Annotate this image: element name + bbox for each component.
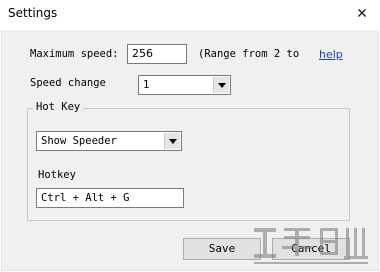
dialog-body: Maximum speed: 256 (Range from 2 to help… bbox=[1, 30, 379, 271]
hotkey-mode-value: Show Speeder bbox=[41, 135, 117, 147]
max-speed-input[interactable]: 256 bbox=[127, 44, 187, 64]
max-speed-label: Maximum speed: bbox=[30, 48, 119, 60]
hotkey-mode-select[interactable]: Show Speeder bbox=[36, 131, 182, 151]
speed-change-value: 1 bbox=[143, 79, 150, 91]
help-link[interactable]: help bbox=[319, 48, 343, 61]
hotkey-input[interactable]: Ctrl + Alt + G bbox=[36, 188, 184, 208]
window-title: Settings bbox=[8, 6, 58, 20]
range-note: (Range from 2 to bbox=[198, 48, 300, 60]
chevron-down-icon[interactable] bbox=[213, 77, 229, 93]
close-icon[interactable]: ✕ bbox=[352, 5, 372, 23]
watermark-logo bbox=[254, 228, 368, 264]
speed-change-select[interactable]: 1 bbox=[138, 75, 231, 95]
hotkey-label: Hotkey bbox=[38, 169, 76, 181]
speed-change-label: Speed change bbox=[30, 77, 106, 89]
chevron-down-icon[interactable] bbox=[164, 133, 180, 149]
title-bar: Settings ✕ bbox=[0, 0, 380, 30]
hotkey-group-legend: Hot Key bbox=[33, 101, 84, 113]
